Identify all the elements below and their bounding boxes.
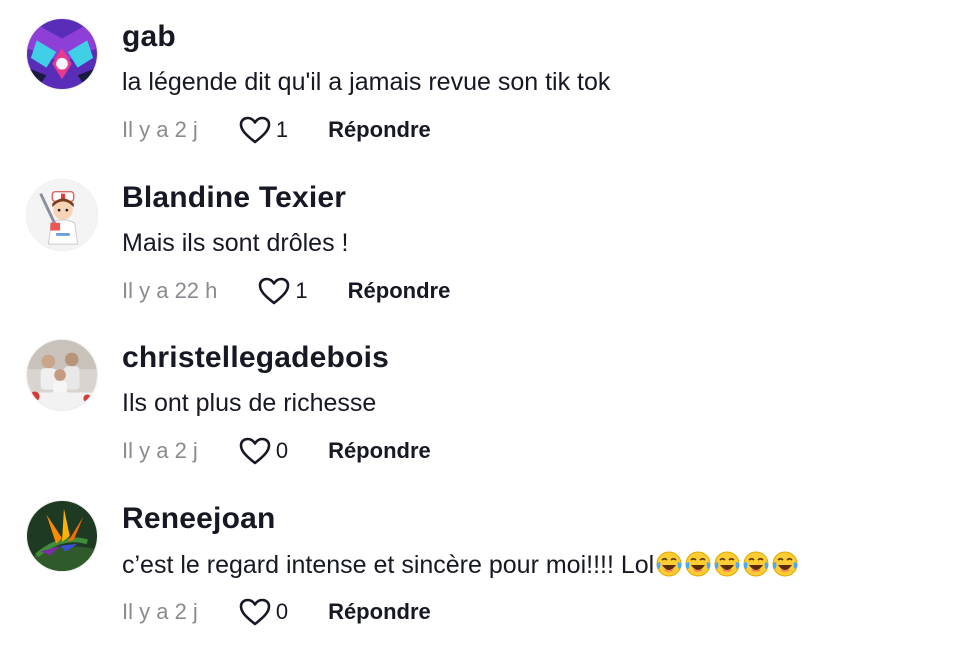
heart-icon bbox=[239, 116, 271, 144]
like-count: 0 bbox=[275, 438, 289, 463]
comment-text: la légende dit qu'il a jamais revue son … bbox=[122, 68, 611, 96]
comment-meta: Il y a 22 h 1 Répondre bbox=[122, 273, 450, 309]
like-count: 0 bbox=[275, 599, 289, 624]
like-button[interactable]: 1 bbox=[238, 115, 288, 145]
comment-text: Mais ils sont drôles ! bbox=[122, 229, 349, 257]
like-count: 1 bbox=[295, 278, 308, 303]
laughing-tears-emoji-icon bbox=[656, 551, 682, 577]
like-button[interactable]: 0 bbox=[238, 436, 288, 466]
avatar[interactable] bbox=[26, 339, 98, 411]
laughing-tears-emoji-icon bbox=[685, 551, 711, 577]
nurse-cartoon-avatar-icon bbox=[27, 180, 97, 250]
comment-text-content: c’est le regard intense et sincère pour … bbox=[122, 551, 655, 579]
heart-icon bbox=[239, 437, 271, 465]
comment-list: gab la légende dit qu'il a jamais revue … bbox=[0, 0, 972, 648]
anime-character-avatar-icon bbox=[27, 19, 97, 89]
comment-meta: Il y a 2 j 0 Répondre bbox=[122, 594, 431, 630]
reply-button[interactable]: Répondre bbox=[328, 117, 431, 143]
comment-text: Ils ont plus de richesse bbox=[122, 389, 377, 417]
avatar[interactable] bbox=[26, 179, 98, 251]
timestamp: Il y a 2 j bbox=[122, 438, 198, 463]
group-photo-avatar-icon bbox=[27, 340, 97, 410]
comment-meta: Il y a 2 j 1 Répondre bbox=[122, 112, 431, 148]
laughing-tears-emoji-icon bbox=[743, 551, 769, 577]
username[interactable]: Reneejoan bbox=[122, 502, 276, 536]
reply-button[interactable]: Répondre bbox=[348, 278, 451, 304]
username[interactable]: Blandine Texier bbox=[122, 181, 346, 215]
comment-item: Blandine Texier Mais ils sont drôles ! I… bbox=[0, 161, 972, 321]
like-button[interactable]: 1 bbox=[257, 276, 308, 306]
avatar[interactable] bbox=[26, 500, 98, 572]
username[interactable]: christellegadebois bbox=[122, 341, 389, 375]
reply-button[interactable]: Répondre bbox=[328, 438, 431, 464]
timestamp: Il y a 2 j bbox=[122, 117, 198, 142]
timestamp: Il y a 2 j bbox=[122, 599, 198, 624]
comment-text: c’est le regard intense et sincère pour … bbox=[122, 550, 799, 580]
username[interactable]: gab bbox=[122, 20, 176, 54]
like-count: 1 bbox=[275, 117, 289, 142]
laughing-tears-emoji-icon bbox=[772, 551, 798, 577]
comment-meta: Il y a 2 j 0 Répondre bbox=[122, 433, 431, 469]
reply-button[interactable]: Répondre bbox=[328, 599, 431, 625]
timestamp: Il y a 22 h bbox=[122, 278, 218, 303]
avatar[interactable] bbox=[26, 18, 98, 90]
emoji-row bbox=[654, 551, 799, 579]
like-button[interactable]: 0 bbox=[238, 597, 288, 627]
comment-item: christellegadebois Ils ont plus de riche… bbox=[0, 321, 972, 481]
comment-item: Reneejoan c’est le regard intense et sin… bbox=[0, 482, 972, 642]
laughing-tears-emoji-icon bbox=[714, 551, 740, 577]
heart-icon bbox=[239, 598, 271, 626]
heart-icon bbox=[259, 277, 290, 305]
comment-item: gab la légende dit qu'il a jamais revue … bbox=[0, 0, 972, 160]
bird-of-paradise-flower-avatar-icon bbox=[27, 501, 97, 571]
